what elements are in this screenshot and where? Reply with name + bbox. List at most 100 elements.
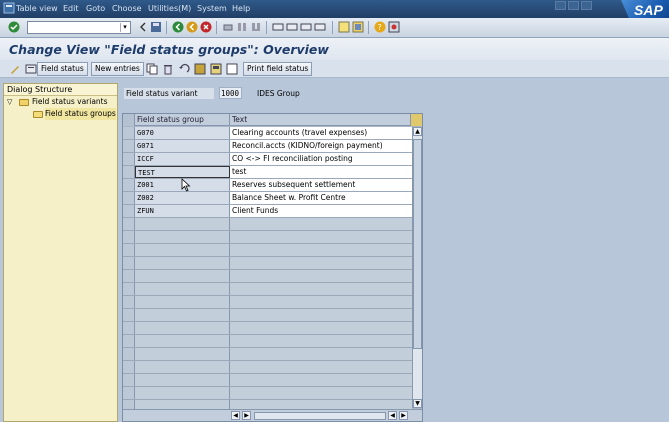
row-selector[interactable]: [123, 322, 135, 334]
save-icon[interactable]: [150, 21, 162, 33]
menu-choose[interactable]: Choose: [112, 4, 142, 13]
previous-screen-icon[interactable]: [137, 21, 149, 33]
system-menu-icon[interactable]: [3, 2, 15, 14]
row-selector[interactable]: [123, 153, 135, 165]
horizontal-scrollbar[interactable]: ◀ ▶ ◀ ▶: [123, 409, 422, 421]
empty-cell: [230, 335, 412, 347]
empty-cell: [135, 244, 230, 256]
empty-cell: [135, 218, 230, 230]
column-header-field-status-group[interactable]: Field status group: [135, 114, 230, 126]
empty-cell: [135, 270, 230, 282]
toolbar-separator: [266, 21, 267, 34]
shortcut-icon[interactable]: [352, 21, 364, 33]
cell-text[interactable]: CO <-> FI reconciliation posting: [230, 153, 412, 165]
next-page-icon[interactable]: [300, 21, 312, 33]
customize-layout-icon[interactable]: [388, 21, 400, 33]
select-all-rows-button[interactable]: [123, 114, 135, 126]
close-window-button[interactable]: [581, 1, 592, 10]
empty-cell: [230, 348, 412, 360]
print-field-status-button[interactable]: Print field status: [243, 62, 313, 76]
empty-table-row: [123, 387, 412, 400]
find-icon[interactable]: [236, 21, 248, 33]
row-selector[interactable]: [123, 179, 135, 191]
row-selector[interactable]: [123, 387, 135, 399]
find-next-icon[interactable]: [250, 21, 262, 33]
exit-icon[interactable]: [186, 21, 198, 33]
dialog-structure-heading: Dialog Structure: [4, 84, 117, 96]
row-selector[interactable]: [123, 361, 135, 373]
copy-as-icon[interactable]: [146, 63, 158, 75]
row-selector[interactable]: [123, 335, 135, 347]
menu-system[interactable]: System: [197, 4, 227, 13]
tree-item-field-status-groups[interactable]: Field status groups: [4, 108, 117, 120]
previous-page-icon[interactable]: [286, 21, 298, 33]
command-field[interactable]: ▾: [27, 21, 131, 34]
first-page-icon[interactable]: [272, 21, 284, 33]
row-selector[interactable]: [123, 374, 135, 386]
row-selector[interactable]: [123, 270, 135, 282]
scroll-right-icon[interactable]: ▶: [242, 411, 251, 420]
column-header-text[interactable]: Text: [230, 114, 412, 126]
scroll-down-icon[interactable]: ▼: [413, 399, 422, 408]
minimize-button[interactable]: [555, 1, 566, 10]
field-status-groups-table: Field status group Text G070 Clearing ac…: [122, 113, 423, 422]
cancel-icon[interactable]: [200, 21, 212, 33]
deselect-all-icon[interactable]: [226, 63, 238, 75]
undo-change-icon[interactable]: [178, 63, 190, 75]
last-page-icon[interactable]: [314, 21, 326, 33]
menu-edit[interactable]: Edit: [63, 4, 79, 13]
row-selector[interactable]: [123, 166, 135, 178]
row-selector[interactable]: [123, 257, 135, 269]
select-all-icon[interactable]: [194, 63, 206, 75]
scroll-left-icon[interactable]: ◀: [388, 411, 397, 420]
cell-text[interactable]: Client Funds: [230, 205, 412, 217]
empty-table-row: [123, 231, 412, 244]
tree-item-label: Field status groups: [45, 108, 116, 120]
horizontal-scroll-track[interactable]: [254, 412, 386, 420]
delete-icon[interactable]: [162, 63, 174, 75]
field-status-button[interactable]: Field status: [37, 62, 88, 76]
empty-cell: [230, 231, 412, 243]
cell-text[interactable]: Reconcil.accts (KIDNO/foreign payment): [230, 140, 412, 152]
chevron-down-icon[interactable]: ▾: [120, 23, 129, 32]
row-selector[interactable]: [123, 127, 135, 139]
maximize-button[interactable]: [568, 1, 579, 10]
scroll-left-icon[interactable]: ◀: [231, 411, 240, 420]
row-selector[interactable]: [123, 348, 135, 360]
row-selector[interactable]: [123, 296, 135, 308]
display-change-icon[interactable]: [9, 63, 21, 75]
empty-table-row: [123, 374, 412, 387]
create-session-icon[interactable]: [338, 21, 350, 33]
tree-item-field-status-variants[interactable]: ▽ Field status variants: [4, 96, 117, 108]
expand-triangle-icon[interactable]: ▽: [7, 96, 12, 108]
vertical-scrollbar[interactable]: ▲ ▼: [412, 127, 422, 408]
scrollbar-thumb[interactable]: [413, 139, 422, 349]
back-icon[interactable]: [172, 21, 184, 33]
help-icon[interactable]: ?: [374, 21, 386, 33]
table-settings-icon[interactable]: [410, 114, 422, 126]
menu-table-view[interactable]: Table view: [16, 4, 58, 13]
row-selector[interactable]: [123, 205, 135, 217]
scroll-right-icon[interactable]: ▶: [399, 411, 408, 420]
cell-text[interactable]: test: [230, 166, 412, 178]
row-selector[interactable]: [123, 192, 135, 204]
menu-goto[interactable]: Goto: [86, 4, 105, 13]
row-selector[interactable]: [123, 309, 135, 321]
print-icon[interactable]: [222, 21, 234, 33]
row-selector[interactable]: [123, 218, 135, 230]
row-selector[interactable]: [123, 283, 135, 295]
enter-icon[interactable]: [8, 21, 20, 33]
cell-text[interactable]: Balance Sheet w. Profit Centre: [230, 192, 412, 204]
row-selector[interactable]: [123, 244, 135, 256]
new-entries-button[interactable]: New entries: [91, 62, 144, 76]
menu-help[interactable]: Help: [232, 4, 250, 13]
menu-utilities[interactable]: Utilities(M): [148, 4, 191, 13]
field-status-icon[interactable]: [25, 63, 37, 75]
cell-text[interactable]: Reserves subsequent settlement: [230, 179, 412, 191]
select-block-icon[interactable]: [210, 63, 222, 75]
row-selector[interactable]: [123, 231, 135, 243]
scroll-up-icon[interactable]: ▲: [413, 127, 422, 136]
cell-text[interactable]: Clearing accounts (travel expenses): [230, 127, 412, 139]
empty-cell: [135, 257, 230, 269]
row-selector[interactable]: [123, 140, 135, 152]
